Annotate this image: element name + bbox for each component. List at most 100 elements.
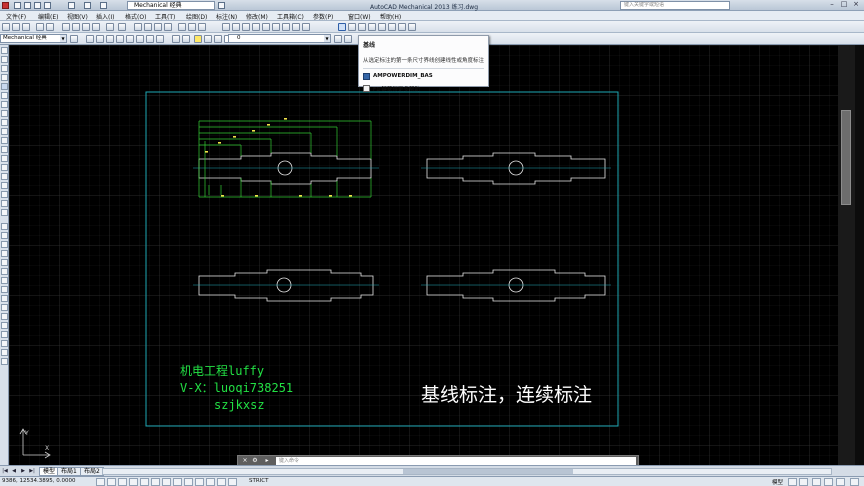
inspection-icon[interactable] [398,23,406,31]
zoom-window-icon[interactable] [154,23,162,31]
strict-toggle[interactable]: STRICT [249,478,269,484]
ordinate-dim-icon[interactable] [252,23,260,31]
ellipse-arc-icon[interactable] [1,137,8,144]
model-space-label[interactable]: 模型 [772,478,783,486]
redo-icon[interactable] [118,23,126,31]
fillet-icon[interactable] [1,349,8,356]
workspace-combo[interactable]: Mechanical 经典 [127,1,215,10]
save-icon[interactable] [34,2,41,9]
settings-icon[interactable] [70,35,78,43]
plot-icon[interactable] [36,23,44,31]
layer-icon-c[interactable] [106,35,114,43]
array-icon[interactable] [1,259,8,266]
minimize-button[interactable]: – [828,1,836,9]
print-icon[interactable] [68,2,75,9]
move-icon[interactable] [1,268,8,275]
dim-edit-icon[interactable] [408,23,416,31]
polar-toggle-icon[interactable] [129,478,138,486]
search-input[interactable]: 键入关键字或短语 [620,1,730,10]
erase-icon[interactable] [1,223,8,230]
layer-icon-e[interactable] [126,35,134,43]
mirror-icon[interactable] [1,241,8,248]
quick-view-layouts-icon[interactable] [788,478,797,486]
close-button[interactable]: × [852,1,860,9]
copy-object-icon[interactable] [1,232,8,239]
center-mark-icon[interactable] [388,23,396,31]
layer-properties-icon[interactable] [172,35,180,43]
make-current-layer-icon[interactable] [334,35,342,43]
circle-icon[interactable] [1,101,8,108]
workspace-switch-icon[interactable] [218,2,225,9]
copy-icon[interactable] [72,23,80,31]
tool-palettes-icon[interactable] [198,23,206,31]
new-file-icon[interactable] [14,2,21,9]
ortho-toggle-icon[interactable] [118,478,127,486]
match-properties-icon[interactable] [92,23,100,31]
break-icon[interactable] [1,322,8,329]
workspace-switching-icon[interactable] [824,478,833,486]
layer-state-icon[interactable] [182,35,190,43]
layer-icon-g[interactable] [146,35,154,43]
join-icon[interactable] [1,331,8,338]
maximize-button[interactable]: □ [840,1,848,9]
gradient-icon[interactable] [1,182,8,189]
save-as-icon[interactable] [44,2,51,9]
vertical-scrollbar[interactable] [838,45,855,465]
ellipse-icon[interactable] [1,128,8,135]
region-icon[interactable] [1,191,8,198]
layer-dropdown[interactable]: 0 ▼ [228,34,331,43]
menu-dimension[interactable]: 标注(N) [216,12,237,21]
insert-block-icon[interactable] [1,146,8,153]
menu-file[interactable]: 文件(F) [6,12,26,21]
3d-osnap-toggle-icon[interactable] [151,478,160,486]
dim-space-icon[interactable] [358,23,366,31]
layer-icon-a[interactable] [86,35,94,43]
linear-dim-icon[interactable] [222,23,230,31]
open-icon[interactable] [12,23,20,31]
open-file-icon[interactable] [24,2,31,9]
point-icon[interactable] [1,164,8,171]
menu-edit[interactable]: 编辑(E) [38,12,58,21]
table-icon[interactable] [1,200,8,207]
snap-toggle-icon[interactable] [96,478,105,486]
osnap-toggle-icon[interactable] [140,478,149,486]
extend-icon[interactable] [1,313,8,320]
continue-dim-icon[interactable] [348,23,356,31]
prev-tab-icon[interactable]: ◀ [11,468,17,475]
zoom-previous-icon[interactable] [164,23,172,31]
spline-icon[interactable] [1,119,8,126]
radius-dim-icon[interactable] [262,23,270,31]
polygon-icon[interactable] [1,74,8,81]
offset-icon[interactable] [1,250,8,257]
app-menu-icon[interactable] [2,2,9,9]
xline-icon[interactable] [1,56,8,63]
menu-draw[interactable]: 绘图(D) [186,12,207,21]
design-center-icon[interactable] [188,23,196,31]
explode-icon[interactable] [1,358,8,365]
angular-dim-icon[interactable] [292,23,300,31]
preview-icon[interactable] [46,23,54,31]
zoom-realtime-icon[interactable] [144,23,152,31]
paste-icon[interactable] [82,23,90,31]
ducs-toggle-icon[interactable] [173,478,182,486]
quick-properties-toggle-icon[interactable] [217,478,226,486]
menu-insert[interactable]: 插入(I) [96,12,114,21]
menu-format[interactable]: 格式(O) [125,12,146,21]
sun-icon[interactable] [204,35,212,43]
cut-icon[interactable] [62,23,70,31]
undo-icon[interactable] [84,2,91,9]
workspace-dropdown[interactable]: Mechanical 经典 ▼ [0,34,67,43]
polyline-icon[interactable] [1,65,8,72]
layer-icon-b[interactable] [96,35,104,43]
aligned-dim-icon[interactable] [232,23,240,31]
scale-icon[interactable] [1,286,8,293]
quick-dim-icon[interactable] [302,23,310,31]
first-tab-icon[interactable]: |◀ [2,468,8,475]
horizontal-scrollbar[interactable] [102,468,832,475]
menu-parametric[interactable]: 参数(P) [313,12,333,21]
menu-toolbox[interactable]: 工具箱(C) [277,12,304,21]
baseline-dim-icon[interactable] [338,23,346,31]
arc-length-dim-icon[interactable] [242,23,250,31]
wrench-icon[interactable]: ⚙ [251,457,259,465]
command-input[interactable]: 键入命令 [276,457,636,465]
